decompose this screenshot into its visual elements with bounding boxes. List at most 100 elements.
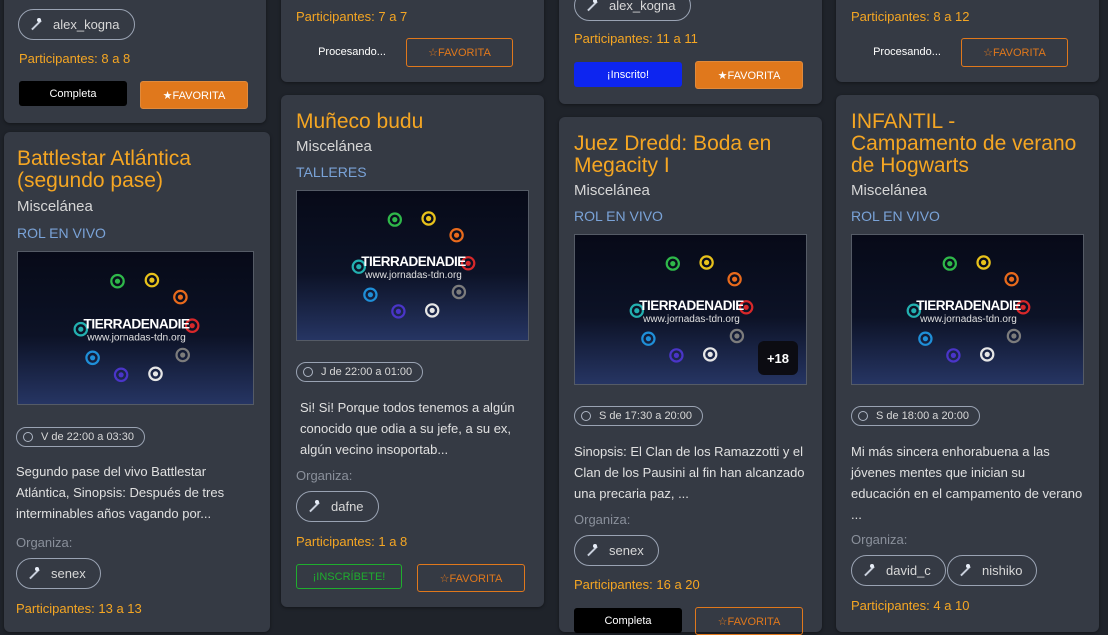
activity-card-top-4: Participantes: 8 a 12 Procesando... ☆FAV… bbox=[836, 0, 1099, 82]
logo-title: TIERRADENADIE bbox=[916, 298, 1021, 313]
logo-ring-dot-center bbox=[114, 278, 121, 284]
activity-thumbnail[interactable]: TIERRADENADIE www.jornadas-tdn.org bbox=[17, 251, 254, 405]
logo-ring-dot-center bbox=[177, 294, 183, 300]
clock-icon bbox=[23, 432, 33, 442]
activity-category: Miscelánea bbox=[574, 182, 650, 199]
logo-ring-dot-center bbox=[392, 217, 398, 223]
logo-ring-dot-center bbox=[673, 352, 679, 358]
logo-ring-dot-center bbox=[984, 351, 990, 357]
activity-description: Segundo pase del vivo Battlestar Atlántic… bbox=[16, 464, 225, 521]
activity-category: Miscelánea bbox=[296, 138, 372, 155]
activity-category: Miscelánea bbox=[17, 198, 93, 215]
organizer-chip[interactable]: david_c bbox=[851, 555, 946, 586]
activity-title: Muñeco budu bbox=[296, 110, 424, 133]
participants-count: Participantes: 8 a 12 bbox=[851, 9, 970, 24]
activity-description: Sinopsis: El Clan de los Ramazzotti y el… bbox=[574, 444, 805, 501]
logo-ring-dot-center bbox=[950, 352, 956, 358]
wand-icon bbox=[29, 17, 43, 32]
activity-thumbnail[interactable]: TIERRADENADIE www.jornadas-tdn.org +18 bbox=[574, 234, 807, 385]
status-joined-button[interactable]: ¡Inscrito! bbox=[574, 62, 682, 87]
activity-card-top-3: alex_kogna Participantes: 11 a 11 ¡Inscr… bbox=[559, 0, 822, 104]
organizer-chip[interactable]: alex_kogna bbox=[18, 9, 135, 40]
favorite-button[interactable]: ☆FAVORITA bbox=[695, 607, 803, 635]
status-complete-button[interactable]: Completa bbox=[574, 608, 682, 633]
participants-count: Participantes: 11 a 11 bbox=[574, 31, 698, 46]
wand-icon bbox=[307, 499, 321, 514]
status-complete-button[interactable]: Completa bbox=[19, 81, 127, 106]
activity-description: Mi más sincera enhorabuena a las jóvenes … bbox=[851, 444, 1083, 522]
favorite-button[interactable]: ☆FAVORITA bbox=[961, 38, 1068, 67]
organizer-label: Organiza: bbox=[16, 535, 73, 550]
tierradenadie-logo: TIERRADENADIEwww.jornadas-tdn.org bbox=[73, 272, 200, 383]
favorite-button[interactable]: ★FAVORITA bbox=[140, 81, 248, 109]
logo-ring-dot-center bbox=[90, 355, 96, 361]
tierradenadie-logo: TIERRADENADIEwww.jornadas-tdn.org bbox=[351, 211, 476, 319]
activity-card-top-2: Participantes: 7 a 7 Procesando... ☆FAVO… bbox=[281, 0, 544, 82]
activity-thumbnail[interactable]: TIERRADENADIE www.jornadas-tdn.org bbox=[851, 234, 1084, 385]
logo-title: TIERRADENADIE bbox=[361, 254, 466, 269]
logo-ring-dot-center bbox=[180, 352, 186, 358]
organizer-chip[interactable]: nishiko bbox=[947, 555, 1038, 586]
logo-ring-dot-center bbox=[1009, 276, 1015, 282]
schedule-badge: V de 22:00 a 03:30 bbox=[16, 427, 145, 447]
signup-button[interactable]: ¡INSCRÍBETE! bbox=[296, 564, 402, 589]
clock-icon bbox=[581, 411, 591, 421]
activity-title: INFANTIL - Campamento de verano de Hogwart… bbox=[851, 110, 1077, 177]
organizer-name: alex_kogna bbox=[53, 17, 120, 32]
participants-count: Participantes: 4 a 10 bbox=[851, 598, 970, 613]
logo-ring-dot-center bbox=[732, 276, 738, 282]
logo-ring-dot-center bbox=[734, 333, 740, 339]
logo-ring-dot-center bbox=[456, 289, 462, 295]
status-processing: Procesando... bbox=[318, 45, 386, 58]
logo-ring-dot-center bbox=[429, 307, 435, 313]
activity-card-top-1: alex_kogna Participantes: 8 a 8 Completa… bbox=[4, 0, 266, 123]
tierradenadie-logo: TIERRADENADIEwww.jornadas-tdn.org bbox=[906, 255, 1031, 363]
logo-title: TIERRADENADIE bbox=[639, 298, 744, 313]
logo-ring-dot-center bbox=[981, 259, 987, 266]
schedule-badge: J de 22:00 a 01:00 bbox=[296, 362, 424, 382]
logo-ring-dot-center bbox=[645, 336, 651, 342]
activity-type: ROL EN VIVO bbox=[574, 208, 663, 224]
logo-ring-dot-center bbox=[454, 232, 460, 238]
organizer-chip[interactable]: alex_kogna bbox=[574, 0, 691, 21]
clock-icon bbox=[303, 367, 313, 377]
favorite-button[interactable]: ☆FAVORITA bbox=[406, 38, 513, 67]
activity-card-infantil[interactable]: INFANTIL - Campamento de verano de Hogwart… bbox=[836, 95, 1099, 632]
activity-type: ROL EN VIVO bbox=[17, 225, 106, 241]
activity-type: TALLERES bbox=[296, 164, 367, 180]
logo-ring-dot-center bbox=[670, 261, 676, 267]
organizer-label: Organiza: bbox=[574, 512, 631, 527]
activity-type: ROL EN VIVO bbox=[851, 208, 940, 224]
participants-count: Participantes: 13 a 13 bbox=[16, 601, 142, 616]
activity-description: Si! Si! Porque todos tenemos a algún cono… bbox=[300, 400, 515, 457]
organizer-label: Organiza: bbox=[296, 468, 353, 483]
organizer-chip[interactable]: senex bbox=[574, 535, 659, 566]
activity-card-dredd[interactable]: Juez Dredd: Boda en Megacity I Miscelánea… bbox=[559, 117, 822, 635]
logo-url: www.jornadas-tdn.org bbox=[919, 314, 1017, 325]
activity-thumbnail[interactable]: TIERRADENADIE www.jornadas-tdn.org bbox=[296, 190, 529, 341]
participants-count: Participantes: 8 a 8 bbox=[19, 51, 131, 66]
organizer-chip[interactable]: dafne bbox=[296, 491, 379, 522]
activity-title: Battlestar Atlántica (segundo pase) bbox=[17, 147, 191, 192]
participants-count: Participantes: 1 a 8 bbox=[296, 534, 408, 549]
logo-ring-dot-center bbox=[426, 215, 432, 222]
activity-title: Juez Dredd: Boda en Megacity I bbox=[574, 132, 772, 177]
logo-ring-dot-center bbox=[1011, 333, 1017, 339]
activity-card-muneco[interactable]: Muñeco budu Miscelánea TALLERES TIERRADE… bbox=[281, 95, 544, 607]
logo-url: www.jornadas-tdn.org bbox=[86, 333, 186, 344]
wand-icon bbox=[862, 563, 876, 578]
organizer-chip[interactable]: senex bbox=[16, 558, 101, 589]
wand-icon bbox=[585, 0, 599, 13]
favorite-button[interactable]: ☆FAVORITA bbox=[417, 564, 525, 592]
logo-ring-dot-center bbox=[947, 261, 953, 267]
favorite-button[interactable]: ★FAVORITA bbox=[695, 61, 803, 89]
logo-ring-dot-center bbox=[922, 336, 928, 342]
logo-ring-dot-center bbox=[118, 372, 124, 378]
participants-count: Participantes: 7 a 7 bbox=[296, 9, 408, 24]
schedule-badge: S de 17:30 a 20:00 bbox=[574, 406, 703, 426]
logo-ring-dot-center bbox=[465, 260, 471, 266]
activity-category: Miscelánea bbox=[851, 182, 927, 199]
logo-ring-dot-center bbox=[743, 304, 749, 310]
wand-icon bbox=[958, 563, 972, 578]
activity-card-battlestar[interactable]: Battlestar Atlántica (segundo pase) Misce… bbox=[4, 132, 270, 632]
